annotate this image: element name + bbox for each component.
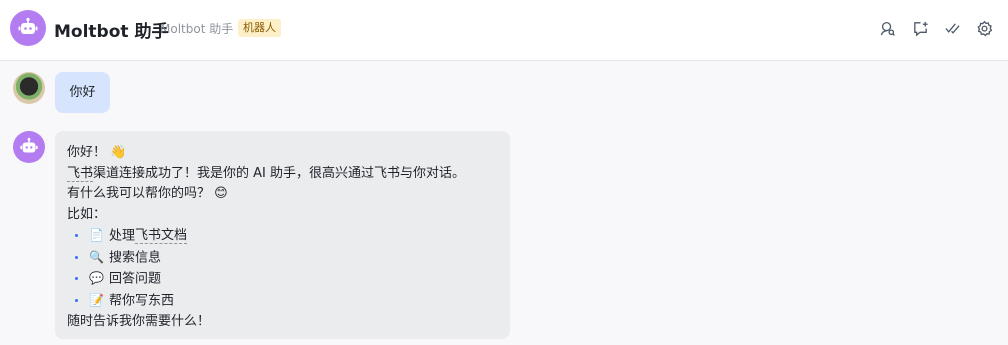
- waving-hand-icon: 👋: [110, 145, 127, 160]
- robot-icon: [20, 137, 38, 153]
- list-item: 📝 帮你写东西: [67, 290, 498, 312]
- list-item-text: 搜索信息: [109, 249, 162, 265]
- bot-intro-text: 渠道连接成功了！我是你的 AI 助手，很高兴通过飞书与你对话。: [93, 166, 466, 181]
- robot-icon: [18, 17, 38, 34]
- settings-button[interactable]: [974, 18, 994, 38]
- checklist-button[interactable]: [942, 18, 962, 38]
- bullet: [75, 298, 78, 302]
- list-item-text: 回答问题: [109, 271, 162, 287]
- list-item: 🔍 搜索信息: [67, 247, 498, 269]
- chat-header: Moltbot 助手 Moltbot 助手 机器人: [0, 0, 1008, 61]
- list-item: 📄 处理飞书文档: [67, 225, 498, 247]
- bot-intro-line: 飞书渠道连接成功了！我是你的 AI 助手，很高兴通过飞书与你对话。: [67, 163, 498, 183]
- speech-bubble-icon: 💬: [89, 271, 104, 285]
- smiling-face-icon: 😊: [214, 186, 228, 201]
- chat-title: Moltbot 助手: [54, 22, 169, 42]
- document-icon: 📄: [89, 228, 104, 242]
- bot-message-avatar[interactable]: [13, 131, 45, 163]
- memo-icon: 📝: [89, 292, 104, 307]
- chat-window: Moltbot 助手 Moltbot 助手 机器人 你好 你好！ 👋 飞书渠道连…: [0, 0, 1008, 345]
- list-item-text: 处理: [109, 228, 136, 244]
- bot-badge: 机器人: [238, 19, 281, 37]
- bot-message-bubble: 你好！ 👋 飞书渠道连接成功了！我是你的 AI 助手，很高兴通过飞书与你对话。 …: [55, 131, 510, 339]
- bot-closing-line: 随时告诉我你需要什么！: [67, 314, 211, 329]
- chat-subtitle: Moltbot 助手: [160, 22, 234, 36]
- list-item-text: 帮你写东西: [109, 292, 175, 308]
- profile-search-button[interactable]: [877, 18, 897, 38]
- profile-search-icon: [880, 21, 895, 36]
- magnifier-icon: 🔍: [89, 249, 104, 264]
- user-message-bubble: 你好: [55, 72, 110, 113]
- bot-greeting-line: 你好！ 👋: [67, 142, 498, 163]
- checklist-icon: [944, 22, 960, 34]
- list-item: 💬 回答问题: [67, 268, 498, 290]
- bot-question-line: 有什么我可以帮你的吗？ 😊: [67, 183, 498, 204]
- bullet: [75, 255, 78, 259]
- bot-avatar[interactable]: [10, 10, 46, 46]
- bullet: [75, 277, 78, 280]
- new-chat-button[interactable]: [910, 18, 930, 38]
- bot-greeting: 你好！: [67, 145, 107, 160]
- settings-icon: [976, 20, 992, 36]
- user-avatar[interactable]: [13, 72, 45, 104]
- new-chat-icon: [913, 21, 928, 37]
- feishu-link[interactable]: 飞书: [67, 166, 94, 182]
- feishu-docs-link[interactable]: 飞书文档: [135, 228, 188, 245]
- bullet: [75, 234, 78, 237]
- bot-examples-label: 比如：: [67, 207, 107, 222]
- bot-question: 有什么我可以帮你的吗？: [67, 186, 211, 201]
